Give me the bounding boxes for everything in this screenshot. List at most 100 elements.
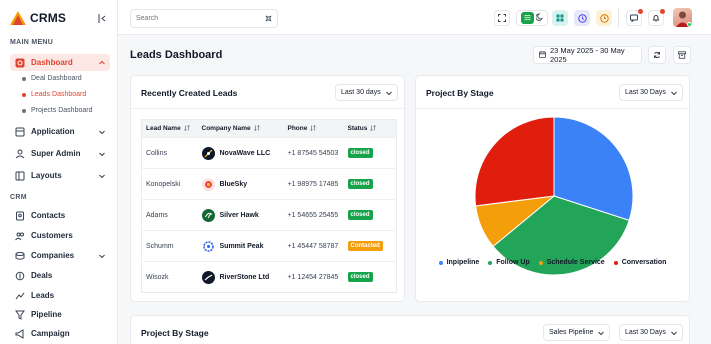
column-header-company-name[interactable]: Company Name (197, 119, 284, 138)
app-name: CRMS (30, 11, 67, 25)
messages-button[interactable] (626, 9, 643, 26)
campaign-icon (15, 328, 25, 339)
top-bar (118, 0, 711, 35)
sidebar-item-contacts[interactable]: Contacts (10, 207, 110, 224)
legend-item-schedule-service[interactable]: Schedule Service (538, 259, 605, 266)
pie-slice-conversation[interactable] (474, 116, 555, 207)
legend-label: Conversation (621, 259, 667, 266)
sidebar-item-layouts[interactable]: Layouts (10, 167, 110, 184)
sidebar-item-customers[interactable]: Customers (10, 227, 110, 244)
column-header-label: Phone (287, 125, 308, 132)
search-input[interactable] (131, 10, 256, 27)
sidebar-item-campaign[interactable]: Campaign (10, 325, 110, 342)
company-name[interactable]: RiverStone Ltd (220, 274, 270, 281)
project-stage-period-select[interactable]: Last 30 Days (619, 84, 683, 101)
refresh-button[interactable] (648, 46, 666, 64)
column-header-lead-name[interactable]: Lead Name (141, 119, 198, 138)
recent-leads-period-select[interactable]: Last 30 days (335, 84, 398, 101)
chevron-down-icon (671, 331, 677, 336)
timer-icon (599, 13, 609, 23)
status-cell: closed (343, 199, 397, 231)
user-avatar[interactable] (673, 8, 692, 27)
column-header-phone[interactable]: Phone (283, 119, 344, 138)
moon-icon (534, 13, 544, 23)
select-value: Last 30 days (341, 89, 381, 96)
notification-badge (660, 9, 665, 14)
light-mode-icon (520, 12, 534, 24)
toolbar-divider (618, 8, 619, 28)
phone-cell: +1 45447 58787 (283, 230, 344, 262)
sort-icon[interactable] (310, 125, 317, 132)
main-menu-title: MAIN MENU (10, 39, 54, 46)
column-header-label: Lead Name (146, 125, 181, 132)
legend-item-inpipeline[interactable]: Inpipeline (438, 259, 480, 266)
table-row[interactable]: Wisozk RiverStone Ltd +1 12454 27845 clo… (141, 261, 397, 293)
legend-label: Inpipeline (446, 259, 480, 266)
sort-icon[interactable] (183, 125, 190, 132)
company-name[interactable]: Silver Hawk (220, 212, 259, 219)
company-name[interactable]: Summit Peak (220, 243, 264, 250)
project-stage-pie-chart (474, 116, 634, 276)
sidebar-subitem-projects-dashboard[interactable]: Projects Dashboard (22, 107, 92, 114)
application-icon (15, 127, 25, 137)
table-row[interactable]: Konopelski BlueSky +1 98975 17485 closed (141, 168, 397, 200)
column-header-status[interactable]: Status (343, 119, 397, 138)
status-badge: closed (347, 272, 373, 282)
sidebar-item-leads[interactable]: Leads (10, 287, 110, 304)
sidebar-item-companies[interactable]: Companies (10, 247, 110, 264)
sidebar-item-dashboard[interactable]: Dashboard (10, 54, 110, 71)
customers-icon (15, 231, 25, 241)
lead-name-cell: Wisozk (141, 261, 198, 293)
project-by-stage-card: Project By Stage Last 30 Days Inpipeline… (415, 75, 690, 302)
select-value: Last 30 Days (625, 329, 666, 336)
legend-label: Follow Up (496, 259, 530, 266)
theme-toggle[interactable] (516, 10, 548, 26)
table-row[interactable]: Schumm Summit Peak +1 45447 58787 Contac… (141, 230, 397, 262)
app-logo[interactable]: CRMS (10, 11, 66, 25)
table-row[interactable]: Adams Silver Hawk +1 54655 25455 closed (141, 199, 397, 231)
sort-icon[interactable] (253, 125, 260, 132)
sidebar-collapse-icon[interactable] (98, 14, 107, 23)
column-header-label: Status (347, 125, 368, 132)
summit-peak-logo-icon (201, 239, 215, 253)
search-box[interactable] (130, 9, 278, 28)
card-divider (131, 108, 404, 109)
sidebar-item-label: Dashboard (31, 58, 73, 67)
chart-legend: Inpipeline Follow Up Schedule Service Co… (416, 259, 689, 266)
sidebar-subitem-label: Leads Dashboard (31, 91, 87, 98)
chevron-down-icon (99, 172, 105, 179)
date-range-picker[interactable]: 23 May 2025 - 30 May 2025 (533, 46, 642, 64)
legend-dot (538, 260, 543, 265)
legend-item-follow-up[interactable]: Follow Up (488, 259, 530, 266)
notification-badge (638, 9, 643, 14)
collapse-header-button[interactable] (673, 46, 691, 64)
lead-name-cell: Collins (141, 137, 198, 169)
pipeline-select[interactable]: Sales Pipeline (543, 324, 611, 341)
status-badge: closed (347, 179, 373, 189)
timer-button[interactable] (596, 10, 612, 26)
sidebar-item-super-admin[interactable]: Super Admin (10, 145, 110, 162)
company-name[interactable]: NovaWave LLC (220, 150, 271, 157)
project-stage-period-select-2[interactable]: Last 30 Days (619, 324, 683, 341)
sidebar-item-pipeline[interactable]: Pipeline (10, 306, 110, 323)
table-row[interactable]: Collins NovaWave LLC +1 87545 54503 clos… (141, 137, 397, 169)
sort-icon[interactable] (370, 125, 377, 132)
table-header-row: Lead Name Company Name Phone Status (141, 119, 397, 138)
apps-button[interactable] (552, 10, 568, 26)
message-icon (630, 14, 638, 22)
grid-icon (556, 14, 564, 22)
legend-item-conversation[interactable]: Conversation (613, 259, 667, 266)
company-name[interactable]: BlueSky (220, 181, 248, 188)
notifications-button[interactable] (648, 9, 665, 26)
sidebar-item-label: Pipeline (31, 310, 62, 319)
fullscreen-button[interactable] (494, 10, 510, 26)
sidebar-item-application[interactable]: Application (10, 123, 110, 140)
sidebar-subitem-label: Projects Dashboard (31, 107, 93, 114)
chevron-down-icon (99, 252, 105, 259)
sidebar-item-label: Customers (31, 231, 73, 240)
status-cell: Contacted (343, 230, 397, 262)
calendar-button[interactable] (574, 10, 590, 26)
sidebar-subitem-deal-dashboard[interactable]: Deal Dashboard (22, 75, 82, 82)
sidebar-subitem-leads-dashboard[interactable]: Leads Dashboard (22, 91, 86, 98)
sidebar-item-deals[interactable]: Deals (10, 267, 110, 284)
